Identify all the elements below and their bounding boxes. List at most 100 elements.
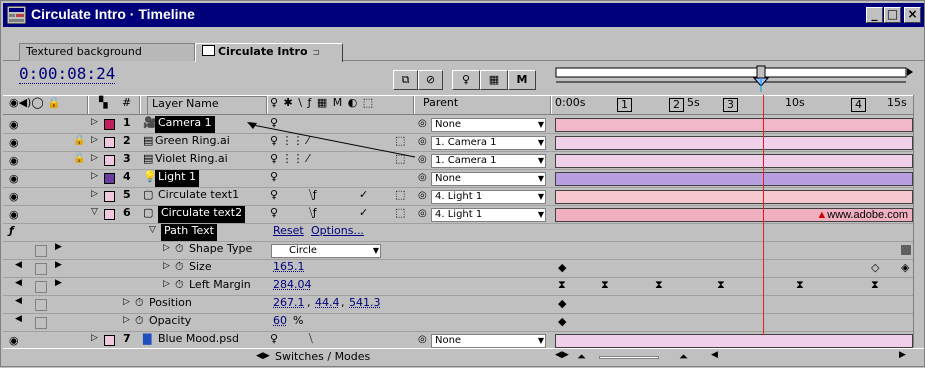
layer-name[interactable]: Light 1 xyxy=(155,170,199,187)
ruler-marker-4[interactable]: 4 xyxy=(851,98,866,112)
nav-right-icon[interactable]: ▶ xyxy=(55,260,62,277)
nav-left-icon[interactable]: ◀ xyxy=(15,296,22,313)
layer-duration-bar[interactable] xyxy=(555,172,913,186)
nav-left-icon[interactable]: ◀ xyxy=(15,314,22,331)
keyframe-hourglass-icon[interactable]: ⧗ xyxy=(601,278,609,292)
layer-row[interactable]: ◉ 🔒 ▷ 2 ▤ Green Ring.ai ♀ ⋮⋮ ⁄ ⬚ ◎ 1. Ca… xyxy=(3,134,924,152)
expand-triangle-icon[interactable]: ▷ xyxy=(123,315,130,325)
scroll-left-icon[interactable]: ◀ xyxy=(711,350,718,360)
adjustment-check-icon[interactable]: ✓ xyxy=(359,206,368,223)
keyframe-hourglass-icon[interactable]: ⧗ xyxy=(871,278,879,292)
keyframe-diamond-icon[interactable]: ◆ xyxy=(558,261,566,274)
label-color-swatch[interactable] xyxy=(104,335,115,346)
3d-layer-icon[interactable]: ⬚ xyxy=(395,206,405,223)
property-row-size[interactable]: ◀ ▶ ▷ ⏱ Size 165.1 ◆ ◇ ◈ xyxy=(3,260,924,278)
layer-name[interactable]: Blue Mood.psd xyxy=(158,332,239,349)
position-y-value[interactable]: 44.4 xyxy=(315,296,340,313)
layer-row[interactable]: ◉ ▷ 5 ▢ Circulate text1 ♀ ⧹ƒ ✓ ⬚ ◎ 4. Li… xyxy=(3,188,924,206)
lock-icon[interactable]: 🔒 xyxy=(73,153,85,164)
effect-reset-link[interactable]: Reset xyxy=(273,224,304,241)
property-row-position[interactable]: ◀ ▷ ⏱ Position 267.1 , 44.4 , 541.3 ◆ xyxy=(3,296,924,314)
collapse-triangle-icon[interactable]: ▽ xyxy=(91,207,98,217)
shy-switch-icon[interactable]: ♀ xyxy=(270,332,278,349)
zoom-out-icon[interactable]: ⏶ xyxy=(577,350,586,364)
shy-layers-button[interactable]: ♀ xyxy=(452,70,480,90)
layer-duration-bar[interactable] xyxy=(555,334,913,348)
expand-triangle-icon[interactable]: ▷ xyxy=(91,135,98,145)
pickwhip-icon[interactable]: ◎ xyxy=(418,118,427,129)
lock-icon[interactable]: 🔒 xyxy=(73,135,85,146)
motion-blur-button[interactable]: M xyxy=(508,70,536,90)
stopwatch-icon[interactable]: ⏱ xyxy=(135,314,144,331)
keyframe-diamond-icon[interactable]: ◆ xyxy=(558,297,566,310)
title-bar[interactable]: Circulate Intro · Timeline _ □ × xyxy=(3,3,924,27)
eye-icon[interactable]: ◉ xyxy=(9,190,19,203)
expand-triangle-icon[interactable]: ▷ xyxy=(91,117,98,127)
close-button[interactable]: × xyxy=(904,7,921,23)
layer-row[interactable]: ◉ 🔒 ▷ 3 ▤ Violet Ring.ai ♀ ⋮⋮ ⁄ ⬚ ◎ 1. C… xyxy=(3,152,924,170)
layer-row[interactable]: ◉ ▷ 1 🎥 Camera 1 ♀ ◎ None ▼ xyxy=(3,116,924,134)
quality-switch-icon[interactable]: ⧹ƒ xyxy=(309,188,317,205)
eye-icon[interactable]: ◉ xyxy=(9,136,19,149)
current-time-indicator[interactable] xyxy=(763,95,764,335)
quality-switch-icon[interactable]: ⧹ƒ xyxy=(309,206,317,223)
comp-marker-button[interactable]: ⧉ xyxy=(393,70,418,90)
3d-layer-icon[interactable]: ⬚ xyxy=(395,134,405,151)
opacity-value[interactable]: 60 xyxy=(273,314,287,331)
vertical-scrollbar[interactable] xyxy=(913,95,924,347)
keyframe-diamond-icon[interactable]: ◇ xyxy=(871,261,879,274)
parent-select[interactable]: 1. Camera 1 ▼ xyxy=(431,136,546,150)
pickwhip-icon[interactable]: ◎ xyxy=(418,172,427,183)
maximize-button[interactable]: □ xyxy=(884,7,901,23)
keyframe-diamond-icon[interactable]: ◈ xyxy=(901,261,909,274)
ruler-marker-1[interactable]: 1 xyxy=(617,98,632,112)
pickwhip-icon[interactable]: ◎ xyxy=(418,154,427,165)
nav-right-icon[interactable]: ▶ xyxy=(55,242,62,259)
keyframe-hourglass-icon[interactable]: ⧗ xyxy=(717,278,725,292)
ruler-marker-2[interactable]: 2 xyxy=(669,98,684,112)
pickwhip-icon[interactable]: ◎ xyxy=(418,334,427,345)
left-margin-value[interactable]: 284.04 xyxy=(273,278,312,295)
parent-select[interactable]: None ▼ xyxy=(431,334,546,348)
layer-name[interactable]: Circulate text2 xyxy=(158,206,246,223)
scroll-right-icon[interactable]: ▶ xyxy=(899,350,906,360)
keyframe-checkbox[interactable] xyxy=(35,281,47,293)
eye-icon[interactable]: ◉ xyxy=(9,118,19,131)
position-z-value[interactable]: 541.3 xyxy=(349,296,381,313)
shy-switch-icon[interactable]: ♀ xyxy=(270,116,278,133)
stopwatch-icon[interactable]: ⏱ xyxy=(135,296,144,313)
minimize-button[interactable]: _ xyxy=(866,7,883,23)
parent-select[interactable]: 4. Light 1 ▼ xyxy=(431,190,546,204)
layer-name[interactable]: Green Ring.ai xyxy=(155,134,230,151)
eye-icon[interactable]: ◉ xyxy=(9,208,19,221)
current-time-display[interactable]: 0:00:08:24 xyxy=(19,65,116,84)
stopwatch-icon[interactable]: ⏱ xyxy=(175,260,184,277)
nav-left-icon[interactable]: ◀ xyxy=(15,260,22,277)
expand-triangle-icon[interactable]: ▷ xyxy=(123,297,130,307)
ruler-marker-3[interactable]: 3 xyxy=(723,98,738,112)
keyframe-checkbox[interactable] xyxy=(35,263,47,275)
draft-3d-button[interactable]: ⊘ xyxy=(418,70,443,90)
adjustment-check-icon[interactable]: ✓ xyxy=(359,188,368,205)
collapse-triangle-icon[interactable]: ▽ xyxy=(149,225,156,235)
layer-duration-bar[interactable] xyxy=(555,118,913,132)
keyframe-hourglass-icon[interactable]: ⧗ xyxy=(655,278,663,292)
shy-switch-icon[interactable]: ♀ ⋮⋮ ⁄ xyxy=(270,134,309,151)
layer-duration-bar[interactable]: ▲www.adobe.com xyxy=(555,208,913,222)
layer-duration-bar[interactable] xyxy=(555,154,913,168)
label-color-swatch[interactable] xyxy=(104,137,115,148)
zoom-toggle-icon[interactable]: ◀▶ xyxy=(555,350,569,360)
tab-close-icon[interactable]: ⊐ xyxy=(313,48,321,58)
expand-triangle-icon[interactable]: ▷ xyxy=(91,153,98,163)
expand-triangle-icon[interactable]: ▷ xyxy=(91,189,98,199)
effect-options-link[interactable]: Options... xyxy=(311,224,364,241)
pickwhip-icon[interactable]: ◎ xyxy=(418,190,427,201)
keyframe-hourglass-icon[interactable]: ⧗ xyxy=(558,278,566,292)
shy-switch-icon[interactable]: ♀ xyxy=(270,170,278,187)
parent-select[interactable]: None ▼ xyxy=(431,118,546,132)
shy-switch-icon[interactable]: ♀ ⋮⋮ ⁄ xyxy=(270,152,309,169)
eye-icon[interactable]: ◉ xyxy=(9,154,19,167)
parent-select[interactable]: 1. Camera 1 ▼ xyxy=(431,154,546,168)
parent-select[interactable]: None ▼ xyxy=(431,172,546,186)
parent-select[interactable]: 4. Light 1 ▼ xyxy=(431,208,546,222)
